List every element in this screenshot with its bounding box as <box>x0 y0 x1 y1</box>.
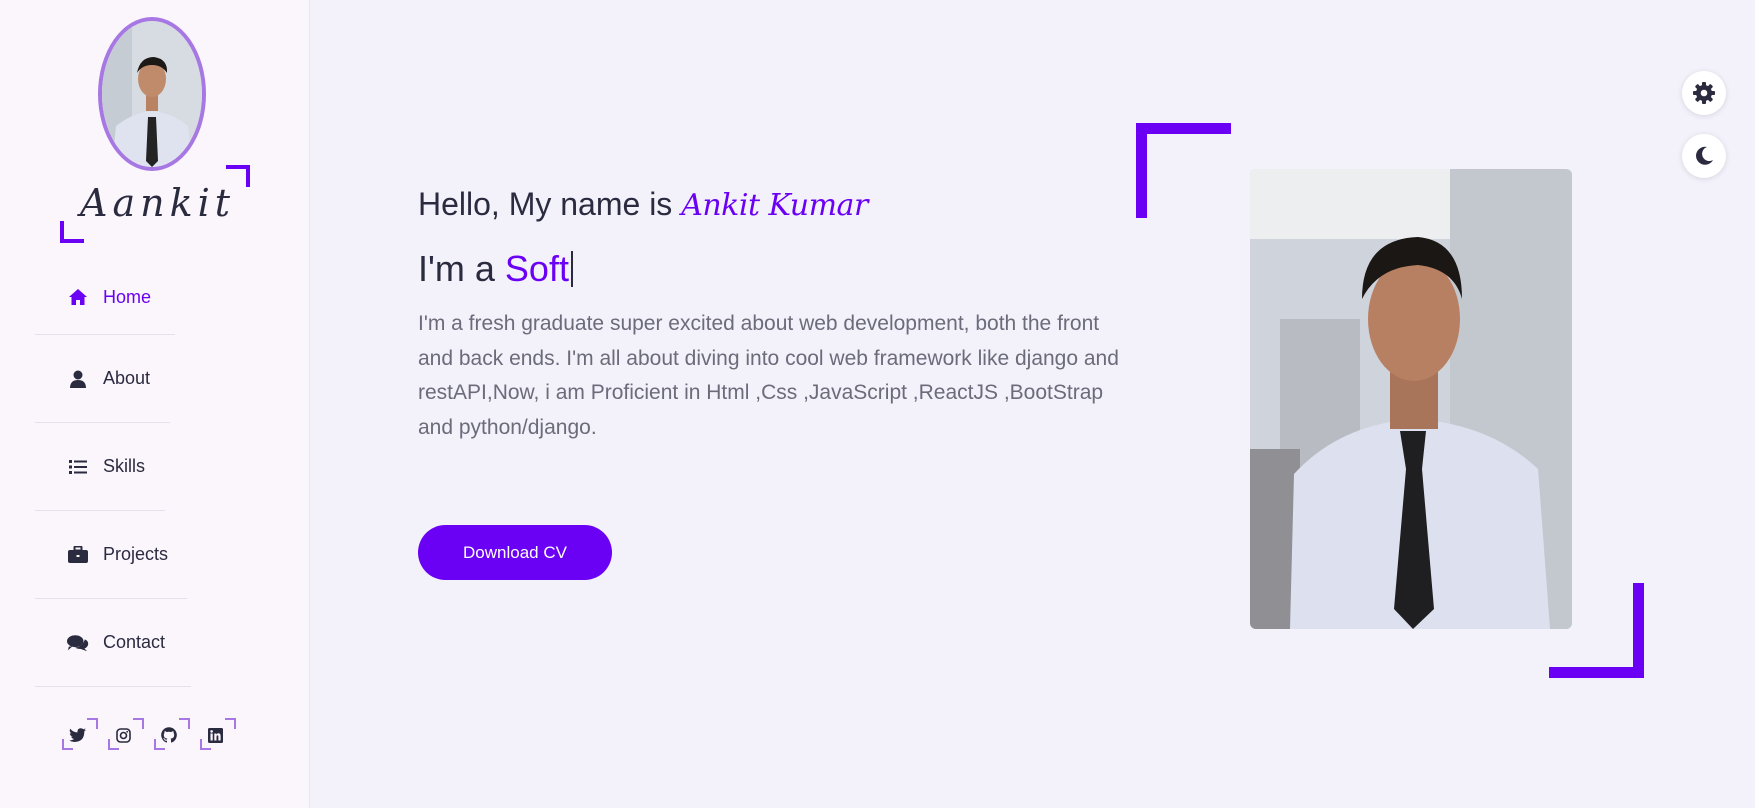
logo[interactable]: Aankit <box>60 165 250 243</box>
photo-frame-corner-top-left <box>1136 123 1231 218</box>
linkedin-link[interactable] <box>200 718 236 750</box>
instagram-link[interactable] <box>108 718 144 750</box>
hero-role: I'm a Soft <box>418 248 573 290</box>
instagram-icon <box>115 727 131 743</box>
comments-icon <box>67 632 89 654</box>
greeting-text: Hello, My name is <box>418 186 673 222</box>
nav-item-projects[interactable]: Projects <box>35 511 187 599</box>
nav-label-about: About <box>103 368 151 388</box>
role-prefix: I'm a <box>418 248 495 289</box>
social-links <box>62 718 236 750</box>
list-icon <box>67 456 89 478</box>
nav-label-skills: Skills <box>103 456 146 476</box>
hero-name: Ankit Kumar <box>681 188 868 223</box>
typing-cursor <box>570 251 573 287</box>
home-icon <box>67 286 89 308</box>
nav-item-skills[interactable]: Skills <box>35 423 165 511</box>
profile-avatar <box>98 17 206 171</box>
role-typed-text: Soft <box>504 248 569 289</box>
github-icon <box>161 727 177 743</box>
settings-gear-icon <box>1693 82 1715 104</box>
logo-text: Aankit <box>80 181 236 225</box>
user-icon <box>67 368 89 390</box>
settings-button[interactable] <box>1682 71 1726 115</box>
nav-item-contact[interactable]: Contact <box>35 599 191 687</box>
hero-description: I'm a fresh graduate super excited about… <box>418 312 1119 439</box>
sidebar: Aankit Home About Skills Projects Contac… <box>0 0 310 808</box>
linkedin-icon <box>207 727 223 743</box>
twitter-icon <box>68 728 86 742</box>
sidebar-nav: Home About Skills Projects Contact <box>35 260 205 687</box>
twitter-link[interactable] <box>62 718 98 750</box>
nav-label-home: Home <box>103 286 152 307</box>
nav-item-home[interactable]: Home <box>35 260 175 335</box>
dark-mode-moon-icon <box>1696 146 1713 165</box>
hero-photo <box>1250 169 1572 629</box>
dark-mode-toggle[interactable] <box>1682 134 1726 178</box>
nav-item-about[interactable]: About <box>35 335 170 423</box>
github-link[interactable] <box>154 718 190 750</box>
hero-greeting: Hello, My name is Ankit Kumar <box>418 186 868 223</box>
nav-label-projects: Projects <box>103 544 169 564</box>
download-cv-button[interactable]: Download CV <box>418 525 612 580</box>
nav-label-contact: Contact <box>103 632 166 652</box>
briefcase-icon <box>67 544 89 566</box>
